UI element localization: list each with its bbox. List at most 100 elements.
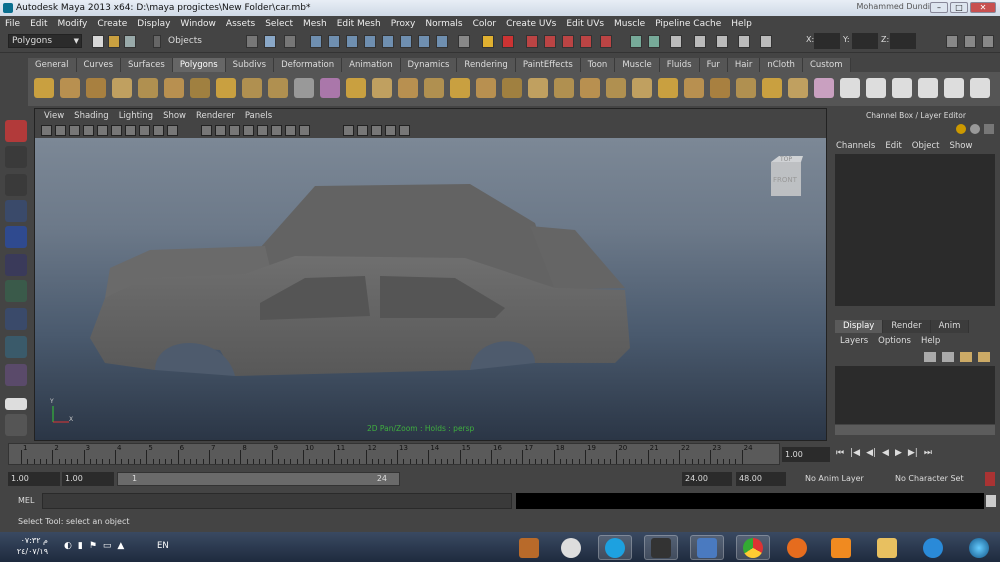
step-forward-key-icon[interactable]: ▶| — [908, 448, 918, 458]
toggle-attribute-icon[interactable] — [946, 35, 958, 48]
animation-end-field[interactable]: 48.00 — [736, 472, 786, 486]
mask-dynamics-icon[interactable] — [400, 35, 412, 48]
show-manipulator-icon[interactable] — [5, 336, 27, 358]
menu-edit-mesh[interactable]: Edit Mesh — [332, 19, 386, 29]
new-scene-icon[interactable] — [92, 35, 104, 48]
extract-icon[interactable] — [398, 78, 418, 98]
outliner-icon[interactable] — [760, 35, 772, 48]
smooth-icon[interactable] — [450, 78, 470, 98]
select-tool-icon[interactable] — [5, 120, 27, 142]
universal-manipulator-icon[interactable] — [5, 280, 27, 302]
cleanup-icon[interactable] — [502, 78, 522, 98]
play-forwards-icon[interactable]: ▶ — [895, 448, 902, 458]
mel-command-input[interactable] — [42, 493, 512, 509]
uv-editor-icon[interactable] — [840, 78, 860, 98]
shelf-tab-ncloth[interactable]: nCloth — [760, 58, 803, 72]
current-frame-field[interactable]: 1.00 — [782, 447, 830, 462]
last-tool-icon[interactable] — [5, 364, 27, 386]
layer-menu-options[interactable]: Options — [878, 336, 911, 346]
x-coord-field[interactable] — [814, 33, 840, 49]
menu-create-uvs[interactable]: Create UVs — [501, 19, 561, 29]
poly-prism-icon[interactable] — [190, 78, 210, 98]
volume-icon[interactable]: ◐ — [64, 541, 72, 551]
field-chart-icon[interactable] — [201, 125, 212, 136]
menu-display[interactable]: Display — [132, 19, 175, 29]
mask-misc-icon[interactable] — [436, 35, 448, 48]
smooth-shade-icon[interactable] — [243, 125, 254, 136]
layer-editor-icon[interactable] — [970, 124, 980, 134]
film-gate-icon[interactable] — [139, 125, 150, 136]
sculpt-geometry-icon[interactable] — [814, 78, 834, 98]
new-layer-selected-icon[interactable] — [942, 352, 954, 362]
bookmarks-icon[interactable] — [69, 125, 80, 136]
start-button-icon[interactable] — [962, 535, 996, 560]
network-icon[interactable]: ▮ — [78, 541, 83, 551]
taskbar-maya-icon[interactable] — [644, 535, 678, 560]
menu-assets[interactable]: Assets — [221, 19, 260, 29]
xray-components-icon[interactable] — [399, 125, 410, 136]
shelf-tab-toon[interactable]: Toon — [580, 58, 616, 72]
history-icon[interactable] — [630, 35, 642, 48]
poly-pyramid-icon[interactable] — [216, 78, 236, 98]
planar-mapping-icon[interactable] — [866, 78, 886, 98]
help-icon[interactable] — [458, 35, 470, 48]
split-polygon-icon[interactable] — [606, 78, 626, 98]
wireframe-icon[interactable] — [229, 125, 240, 136]
mel-label[interactable]: MEL — [18, 496, 34, 505]
action-center-icon[interactable]: ⚑ — [89, 541, 97, 551]
automatic-mapping-icon[interactable] — [944, 78, 964, 98]
lock-selection-icon[interactable] — [482, 35, 494, 48]
mask-curves-icon[interactable] — [346, 35, 358, 48]
channel-box-menu-show[interactable]: Show — [949, 141, 972, 151]
shelf-tab-custom[interactable]: Custom — [802, 58, 851, 72]
highlight-selection-icon[interactable] — [502, 35, 514, 48]
viewport-menu-show[interactable]: Show — [158, 111, 191, 121]
move-tool-icon[interactable] — [5, 200, 27, 222]
mask-surfaces-icon[interactable] — [364, 35, 376, 48]
snap-plane-icon[interactable] — [580, 35, 592, 48]
layer-tab-anim[interactable]: Anim — [930, 320, 970, 333]
menu-edit[interactable]: Edit — [25, 19, 52, 29]
collapse-icon[interactable] — [762, 78, 782, 98]
power-icon[interactable]: ▭ — [103, 541, 112, 551]
poly-torus-icon[interactable] — [164, 78, 184, 98]
taskbar-messenger-icon[interactable] — [690, 535, 724, 560]
step-back-frame-icon[interactable]: ◀| — [866, 448, 876, 458]
menu-edit-uvs[interactable]: Edit UVs — [561, 19, 609, 29]
shelf-tab-surfaces[interactable]: Surfaces — [121, 58, 173, 72]
layer-tab-display[interactable]: Display — [835, 320, 884, 333]
image-plane-icon[interactable] — [83, 125, 94, 136]
taskbar-media-player-icon[interactable] — [824, 535, 858, 560]
taskbar-chrome-icon[interactable] — [736, 535, 770, 560]
extrude-icon[interactable] — [658, 78, 678, 98]
paint-select-tool-icon[interactable] — [5, 174, 27, 196]
snap-grid-icon[interactable] — [526, 35, 538, 48]
xray-icon[interactable] — [371, 125, 382, 136]
menu-file[interactable]: File — [0, 19, 25, 29]
camera-attributes-icon[interactable] — [55, 125, 66, 136]
open-scene-icon[interactable] — [108, 35, 120, 48]
poly-cylinder-icon[interactable] — [86, 78, 106, 98]
shelf-tab-muscle[interactable]: Muscle — [615, 58, 660, 72]
viewport-menu-view[interactable]: View — [39, 111, 69, 121]
shelf-menu-grip[interactable] — [8, 58, 26, 106]
viewport-menu-panels[interactable]: Panels — [240, 111, 277, 121]
shelf-tab-dynamics[interactable]: Dynamics — [400, 58, 458, 72]
character-set-dropdown[interactable]: No Character Set — [892, 472, 968, 486]
shadows-icon[interactable] — [299, 125, 310, 136]
hypershade-icon[interactable] — [716, 35, 728, 48]
viewport-menu-renderer[interactable]: Renderer — [191, 111, 240, 121]
select-component-icon[interactable] — [284, 35, 296, 48]
shelf-tab-polygons[interactable]: Polygons — [172, 58, 226, 72]
cylindrical-mapping-icon[interactable] — [892, 78, 912, 98]
use-all-lights-icon[interactable] — [285, 125, 296, 136]
shelf-tab-hair[interactable]: Hair — [727, 58, 761, 72]
toggle-tool-settings-icon[interactable] — [964, 35, 976, 48]
attribute-editor-icon[interactable] — [738, 35, 750, 48]
play-backwards-icon[interactable]: ◀ — [882, 448, 889, 458]
select-object-icon[interactable] — [264, 35, 276, 48]
time-slider[interactable]: 1 2 3 4 5 6 7 8 9 10 11 12 13 14 15 16 17 18 19 20 21 22 23 24 — [8, 443, 780, 465]
gate-mask-icon[interactable] — [167, 125, 178, 136]
mask-deformers-icon[interactable] — [382, 35, 394, 48]
booleans-icon[interactable] — [424, 78, 444, 98]
